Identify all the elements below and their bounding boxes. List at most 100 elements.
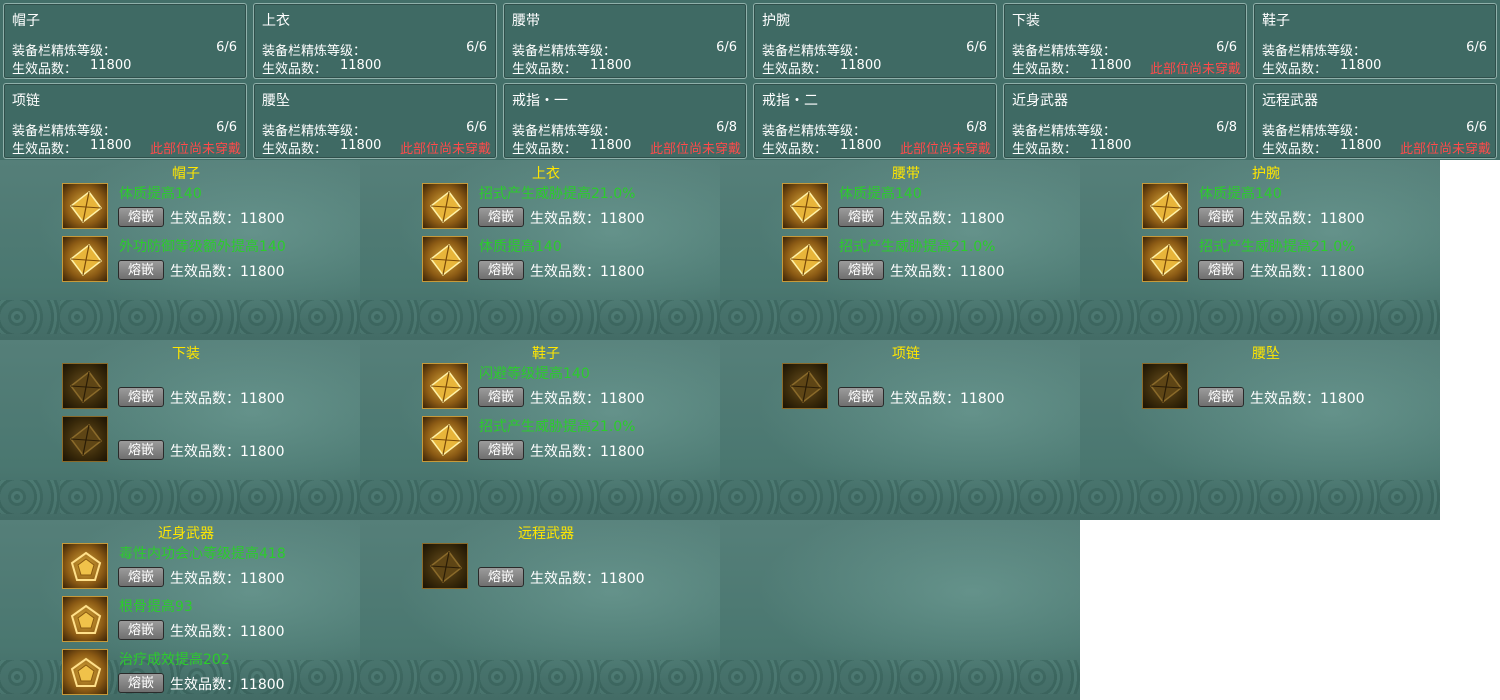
fuse-button[interactable]: 熔嵌 [838, 387, 884, 407]
fuse-button[interactable]: 熔嵌 [478, 260, 524, 280]
gem-attribute: 招式产生威胁提高21.0% [479, 186, 636, 202]
gem-panel: 近身武器 毒性内功会心等级提高418 熔嵌 生效品数：11800 根骨提高93 熔嵌 生效品… [0, 520, 360, 700]
refine-level-value: 6/8 [716, 120, 737, 135]
panel-title: 腰带 [892, 166, 920, 182]
fuse-button[interactable]: 熔嵌 [838, 207, 884, 227]
fuse-button[interactable]: 熔嵌 [1198, 387, 1244, 407]
fuse-button[interactable]: 熔嵌 [118, 673, 164, 693]
effective-count-value: 11800 [1340, 138, 1382, 153]
gem-panel: 项链熔嵌 生效品数：11800 [720, 340, 1080, 520]
refine-card: 鞋子 装备栏精炼等级： 6/6 生效品数： 11800 [1253, 3, 1497, 79]
effective-count-text: 生效品数：11800 [170, 677, 285, 693]
effective-count-label: 生效品数： [762, 62, 828, 77]
gold-kite-gem-icon[interactable] [422, 363, 468, 409]
fuse-button[interactable]: 熔嵌 [118, 207, 164, 227]
fuse-button[interactable]: 熔嵌 [1198, 207, 1244, 227]
not-equipped-warning: 此部位尚未穿戴 [1399, 142, 1491, 157]
fuse-button[interactable]: 熔嵌 [478, 567, 524, 587]
gem-slot: 闪避等级提高140 熔嵌 生效品数：11800 [422, 363, 712, 413]
dim-kite-gem-icon[interactable] [782, 363, 828, 409]
gem-slot: 熔嵌 生效品数：11800 [62, 363, 352, 413]
gold-kite-gem-icon[interactable] [782, 183, 828, 229]
panel-title: 项链 [892, 346, 920, 362]
fuse-button[interactable]: 熔嵌 [118, 567, 164, 587]
gem-slot: 招式产生威胁提高21.0% 熔嵌 生效品数：11800 [1142, 236, 1432, 286]
effective-count-label: 生效品数： [1262, 62, 1328, 77]
effective-count-label: 生效品数： [12, 62, 78, 77]
gem-slot: 毒性内功会心等级提高418 熔嵌 生效品数：11800 [62, 543, 352, 593]
refine-level-value: 6/6 [1466, 40, 1487, 55]
gem-panel: 腰坠熔嵌 生效品数：11800 [1080, 340, 1440, 520]
fuse-button[interactable]: 熔嵌 [118, 440, 164, 460]
panel-title: 护腕 [1252, 166, 1280, 182]
gold-kite-gem-icon[interactable] [1142, 183, 1188, 229]
refine-card: 下装 装备栏精炼等级： 6/6 生效品数： 11800 此部位尚未穿戴 [1003, 3, 1247, 79]
gold-kite-gem-icon[interactable] [62, 183, 108, 229]
effective-count-value: 11800 [340, 138, 382, 153]
card-title: 近身武器 [1012, 93, 1068, 109]
effective-count-text: 生效品数：11800 [530, 264, 645, 280]
effective-count-text: 生效品数：11800 [890, 211, 1005, 227]
card-title: 腰坠 [262, 93, 290, 109]
effective-count-text: 生效品数：11800 [1250, 391, 1365, 407]
gold-kite-gem-icon[interactable] [422, 236, 468, 282]
gold-kite-gem-icon[interactable] [782, 236, 828, 282]
fuse-button[interactable]: 熔嵌 [838, 260, 884, 280]
fuse-button[interactable]: 熔嵌 [118, 620, 164, 640]
dim-kite-gem-icon[interactable] [62, 416, 108, 462]
effective-count-label: 生效品数： [12, 142, 78, 157]
refine-card: 近身武器 装备栏精炼等级： 6/8 生效品数： 11800 [1003, 83, 1247, 159]
refine-card: 腰坠 装备栏精炼等级： 6/6 生效品数： 11800 此部位尚未穿戴 [253, 83, 497, 159]
refine-level-label: 装备栏精炼等级： [1262, 124, 1367, 139]
effective-count-value: 11800 [840, 138, 882, 153]
effective-count-text: 生效品数：11800 [170, 264, 285, 280]
gem-attribute: 招式产生威胁提高21.0% [839, 239, 996, 255]
refine-card: 上衣 装备栏精炼等级： 6/6 生效品数： 11800 [253, 3, 497, 79]
fuse-button[interactable]: 熔嵌 [118, 387, 164, 407]
dim-kite-gem-icon[interactable] [422, 543, 468, 589]
gem-slot: 体质提高140 熔嵌 生效品数：11800 [62, 183, 352, 233]
panel-title: 腰坠 [1252, 346, 1280, 362]
refine-card: 戒指・二 装备栏精炼等级： 6/8 生效品数： 11800 此部位尚未穿戴 [753, 83, 997, 159]
dim-kite-gem-icon[interactable] [1142, 363, 1188, 409]
refine-card: 项链 装备栏精炼等级： 6/6 生效品数： 11800 此部位尚未穿戴 [3, 83, 247, 159]
not-equipped-warning: 此部位尚未穿戴 [399, 142, 491, 157]
gold-pentagon-gem-icon[interactable] [62, 649, 108, 695]
card-title: 帽子 [12, 13, 40, 29]
effective-count-text: 生效品数：11800 [530, 444, 645, 460]
panel-title: 远程武器 [518, 526, 574, 542]
refine-level-value: 6/6 [1216, 40, 1237, 55]
gold-kite-gem-icon[interactable] [1142, 236, 1188, 282]
effective-count-text: 生效品数：11800 [890, 391, 1005, 407]
gem-panel: 鞋子 闪避等级提高140 熔嵌 生效品数：11800 招式产生威胁提高21.0% 熔嵌 生效… [360, 340, 720, 520]
gold-kite-gem-icon[interactable] [422, 183, 468, 229]
effective-count-label: 生效品数： [1012, 142, 1078, 157]
gem-attribute: 体质提高140 [479, 239, 562, 255]
refine-card: 远程武器 装备栏精炼等级： 6/6 生效品数： 11800 此部位尚未穿戴 [1253, 83, 1497, 159]
fuse-button[interactable]: 熔嵌 [478, 207, 524, 227]
effective-count-text: 生效品数：11800 [890, 264, 1005, 280]
fuse-button[interactable]: 熔嵌 [478, 387, 524, 407]
not-equipped-warning: 此部位尚未穿戴 [649, 142, 741, 157]
refine-level-label: 装备栏精炼等级： [262, 124, 367, 139]
refine-level-label: 装备栏精炼等级： [12, 44, 117, 59]
gold-kite-gem-icon[interactable] [422, 416, 468, 462]
gold-pentagon-gem-icon[interactable] [62, 596, 108, 642]
effective-count-label: 生效品数： [262, 62, 328, 77]
refine-level-label: 装备栏精炼等级： [762, 44, 867, 59]
refine-level-value: 6/8 [966, 120, 987, 135]
gold-kite-gem-icon[interactable] [62, 236, 108, 282]
gem-slot: 根骨提高93 熔嵌 生效品数：11800 [62, 596, 352, 646]
effective-count-label: 生效品数： [512, 142, 578, 157]
gem-slot: 招式产生威胁提高21.0% 熔嵌 生效品数：11800 [422, 183, 712, 233]
gem-slot: 体质提高140 熔嵌 生效品数：11800 [422, 236, 712, 286]
panel-title: 近身武器 [158, 526, 214, 542]
effective-count-label: 生效品数： [1262, 142, 1328, 157]
fuse-button[interactable]: 熔嵌 [1198, 260, 1244, 280]
fuse-button[interactable]: 熔嵌 [118, 260, 164, 280]
gold-pentagon-gem-icon[interactable] [62, 543, 108, 589]
refine-card: 戒指・一 装备栏精炼等级： 6/8 生效品数： 11800 此部位尚未穿戴 [503, 83, 747, 159]
refine-level-label: 装备栏精炼等级： [1262, 44, 1367, 59]
dim-kite-gem-icon[interactable] [62, 363, 108, 409]
fuse-button[interactable]: 熔嵌 [478, 440, 524, 460]
